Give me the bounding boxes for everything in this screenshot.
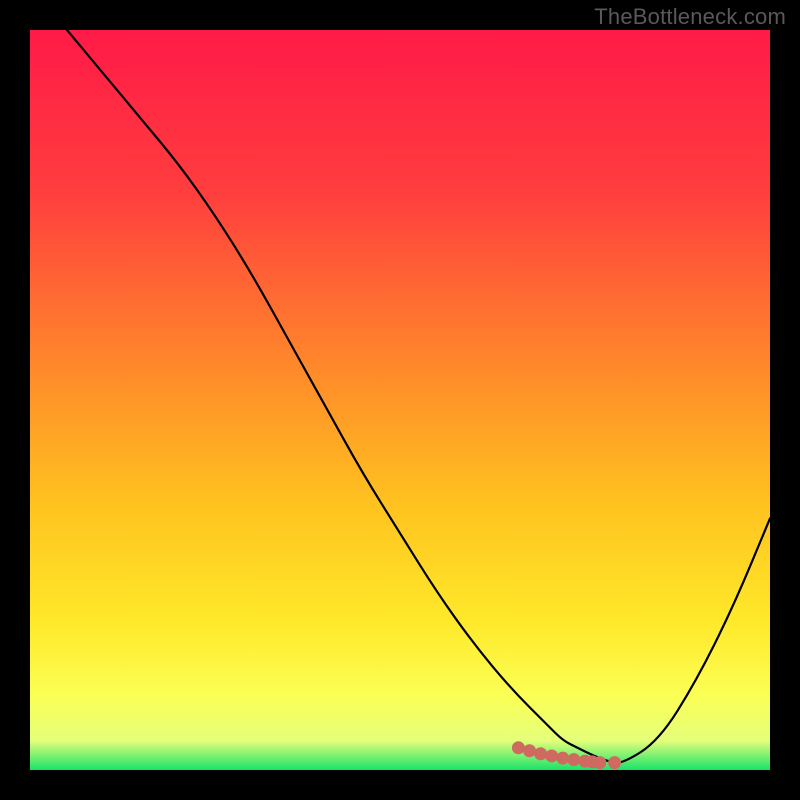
marker-dot [512, 741, 525, 754]
near-optimum-markers [512, 741, 621, 769]
chart-frame: TheBottleneck.com [0, 0, 800, 800]
marker-dot [608, 756, 621, 769]
bottleneck-curve [67, 30, 770, 763]
chart-svg [30, 30, 770, 770]
plot-area [30, 30, 770, 770]
marker-dot [556, 752, 569, 765]
marker-dot [593, 756, 606, 769]
marker-dot [545, 749, 558, 762]
watermark-text: TheBottleneck.com [594, 4, 786, 30]
marker-dot [534, 747, 547, 760]
marker-dot [523, 744, 536, 757]
marker-dot [567, 753, 580, 766]
